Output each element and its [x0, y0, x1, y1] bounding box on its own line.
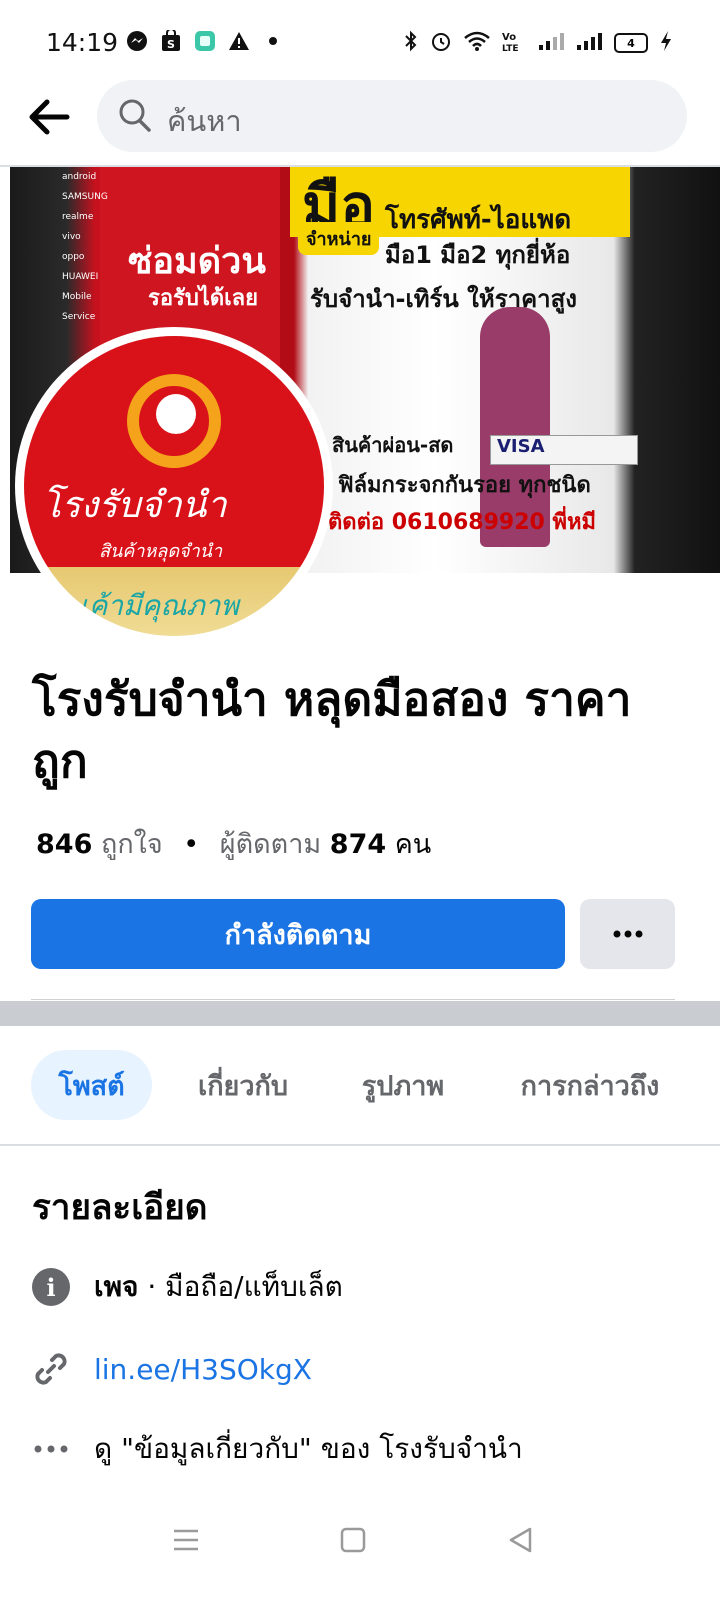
link-icon	[30, 1348, 72, 1390]
brand-item: vivo	[62, 232, 81, 242]
category-row: i เพจ · มือถือ/แท็บเล็ต	[30, 1262, 343, 1312]
brand-item: Mobile Service	[62, 292, 96, 322]
page-stats: 846 ถูกใจ • ผู้ติดตาม 874 คน	[36, 822, 431, 865]
back-triangle-icon	[509, 1527, 532, 1553]
section-separator	[0, 1001, 720, 1026]
tab-label: การกล่าวถึง	[520, 1070, 660, 1102]
page-avatar[interactable]: โรงรับจำนำ สินค้าหลุดจำนำ เค้ามีคุณภาพ	[15, 327, 333, 645]
details-heading: รายละเอียด	[32, 1188, 208, 1228]
svg-text:LTE: LTE	[502, 44, 519, 52]
brand-item: realme	[62, 212, 94, 222]
page-tabs: โพสต์ เกี่ยวกับ รูปภาพ การกล่าวถึง	[0, 1026, 720, 1144]
more-options-button[interactable]	[580, 899, 675, 969]
messenger-icon	[126, 30, 148, 52]
cover-installment-text: สินค้าผ่อน-สด	[332, 433, 454, 457]
dot-icon	[262, 30, 284, 52]
warning-icon	[228, 30, 250, 52]
avatar-line1: โรงรับจำนำ	[42, 485, 227, 526]
top-nav: ค้นหา	[0, 80, 720, 162]
home-button[interactable]	[333, 1520, 373, 1560]
tab-label: รูปภาพ	[361, 1070, 445, 1102]
avatar-line2: สินค้าหลุดจำนำ	[99, 541, 223, 562]
avatar-line3: เค้ามีคุณภาพ	[79, 589, 239, 622]
status-bar: 14:19 S Vo LTE 4	[0, 0, 720, 80]
logo-dot	[156, 394, 196, 434]
signal-icon	[538, 31, 564, 55]
home-square-icon	[340, 1527, 366, 1553]
tab-mentions[interactable]: การกล่าวถึง	[505, 1050, 675, 1120]
website-link[interactable]: lin.ee/H3SOkgX	[94, 1353, 312, 1386]
volte-icon: Vo LTE	[502, 30, 526, 56]
status-left-icons: S	[126, 30, 284, 52]
menu-lines-icon	[174, 1529, 198, 1551]
likes-label: ถูกใจ	[100, 829, 163, 860]
category-name: · มือถือ/แท็บเล็ต	[138, 1270, 343, 1303]
search-placeholder: ค้นหา	[167, 104, 242, 138]
shop-bag-icon: S	[160, 30, 182, 52]
cover-brand-list: android SAMSUNG realme vivo oppo HUAWEI …	[62, 167, 108, 367]
search-input[interactable]: ค้นหา	[97, 80, 687, 152]
website-row[interactable]: lin.ee/H3SOkgX	[30, 1344, 312, 1394]
following-button[interactable]: กำลังติดตาม	[31, 899, 565, 969]
category-type: เพจ	[94, 1270, 139, 1303]
tab-about[interactable]: เกี่ยวกับ	[178, 1050, 308, 1120]
followers-label: ผู้ติดตาม	[219, 829, 322, 860]
signal-icon	[576, 31, 602, 55]
tab-photos[interactable]: รูปภาพ	[340, 1050, 466, 1120]
alarm-icon	[430, 30, 452, 56]
bluetooth-icon	[404, 30, 418, 56]
followers-count: 874	[329, 829, 387, 860]
back-button[interactable]	[24, 92, 74, 142]
wifi-icon	[464, 31, 490, 55]
brand-item: oppo	[62, 252, 85, 262]
followers-unit: คน	[394, 829, 432, 860]
brand-item: android	[62, 172, 97, 182]
see-about-row[interactable]: ดู "ข้อมูลเกี่ยวกับ" ของ โรงรับจำนำ	[30, 1424, 523, 1474]
more-dots-icon	[613, 930, 642, 938]
search-icon	[117, 97, 153, 139]
cover-visa-sign: VISA	[490, 435, 638, 465]
brand-item: HUAWEI	[62, 272, 99, 282]
system-nav-bar	[0, 1490, 720, 1600]
tab-label: โพสต์	[58, 1070, 125, 1102]
cover-wait-text: รอรับได้เลย	[148, 286, 259, 311]
svg-text:S: S	[167, 38, 175, 51]
divider	[31, 999, 675, 1000]
info-icon: i	[30, 1266, 72, 1308]
back-nav-button[interactable]	[500, 1520, 540, 1560]
tab-label: เกี่ยวกับ	[197, 1070, 289, 1102]
charging-icon	[660, 30, 672, 56]
cover-film-text: ฟิล์มกระจกกันรอย ทุกชนิด	[338, 473, 591, 498]
following-button-label: กำลังติดตาม	[224, 919, 372, 951]
status-time: 14:19	[46, 28, 119, 57]
back-arrow-icon	[29, 99, 70, 135]
brand-item: SAMSUNG	[62, 192, 108, 202]
likes-count: 846	[36, 829, 93, 860]
avatar-image: โรงรับจำนำ สินค้าหลุดจำนำ เค้ามีคุณภาพ	[24, 336, 324, 636]
app-square-icon	[194, 30, 216, 52]
page-title: โรงรับจำนำ หลุดมือสอง ราคาถูก	[32, 672, 632, 788]
more-dots-icon	[30, 1428, 72, 1470]
cover-hand-text: มือ1 มือ2 ทุกยี่ห้อ	[385, 241, 571, 269]
svg-text:Vo: Vo	[502, 32, 516, 43]
stats-separator: •	[183, 829, 200, 860]
cover-sell-badge: จำหน่าย	[298, 222, 380, 255]
status-right-icons: Vo LTE 4	[404, 30, 672, 56]
cover-contact-text: ติดต่อ 0610689920 พี่หมี	[328, 510, 596, 535]
tab-posts[interactable]: โพสต์	[31, 1050, 152, 1120]
cover-phone-text: โทรศัพท์-ไอแพด	[385, 205, 572, 235]
tabs-divider	[0, 1144, 720, 1146]
see-about-text: ดู "ข้อมูลเกี่ยวกับ" ของ โรงรับจำนำ	[94, 1432, 523, 1465]
battery-icon: 4	[614, 33, 648, 53]
recents-button[interactable]	[166, 1520, 206, 1560]
